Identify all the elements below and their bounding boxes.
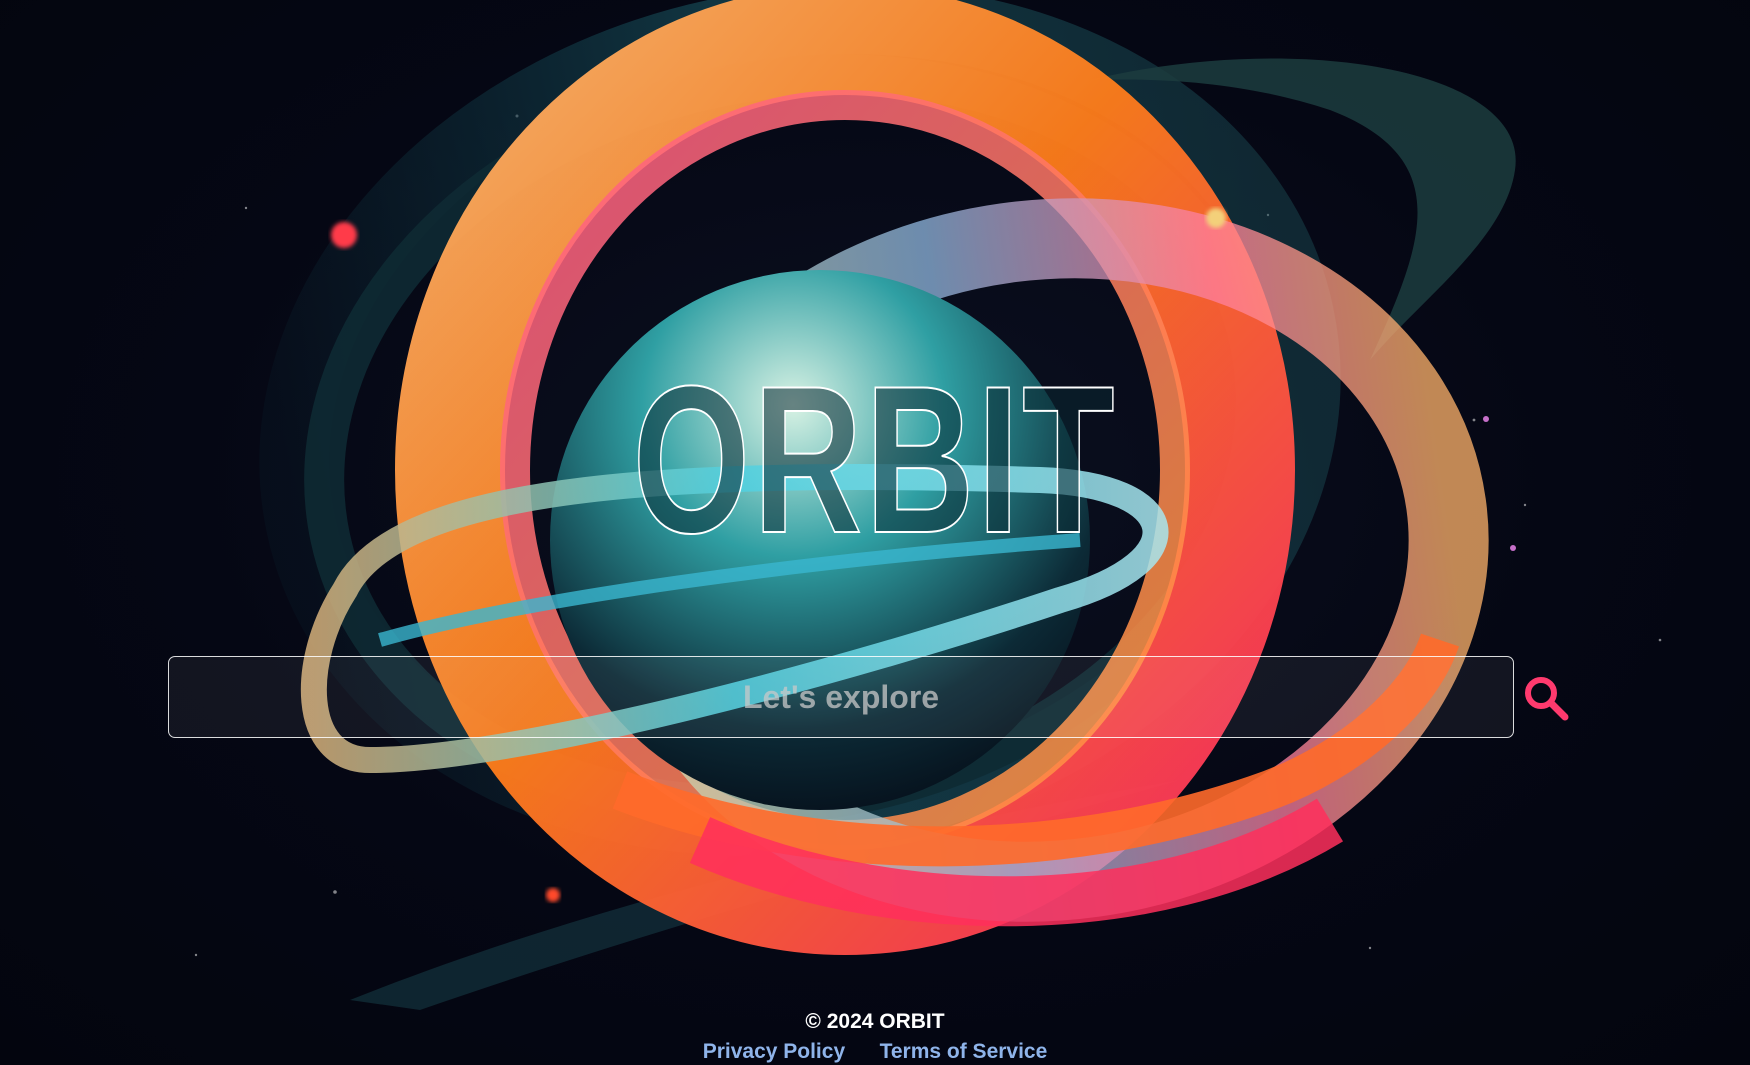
copyright-text: © 2024 ORBIT — [805, 1010, 945, 1033]
search-button[interactable] — [1522, 674, 1570, 722]
footer-links: Privacy Policy Terms of Service — [0, 1038, 1750, 1065]
orbit-logo: ORBIT — [632, 342, 1118, 577]
search-input[interactable] — [169, 657, 1513, 737]
page: ORBIT © 2024 ORBIT Privacy Policy Terms … — [0, 0, 1750, 1065]
terms-of-service-link[interactable]: Terms of Service — [880, 1040, 1048, 1063]
search-icon — [1525, 677, 1569, 721]
search-box[interactable] — [168, 656, 1514, 738]
privacy-policy-link[interactable]: Privacy Policy — [703, 1040, 845, 1063]
footer: © 2024 ORBIT Privacy Policy Terms of Ser… — [0, 1008, 1750, 1065]
